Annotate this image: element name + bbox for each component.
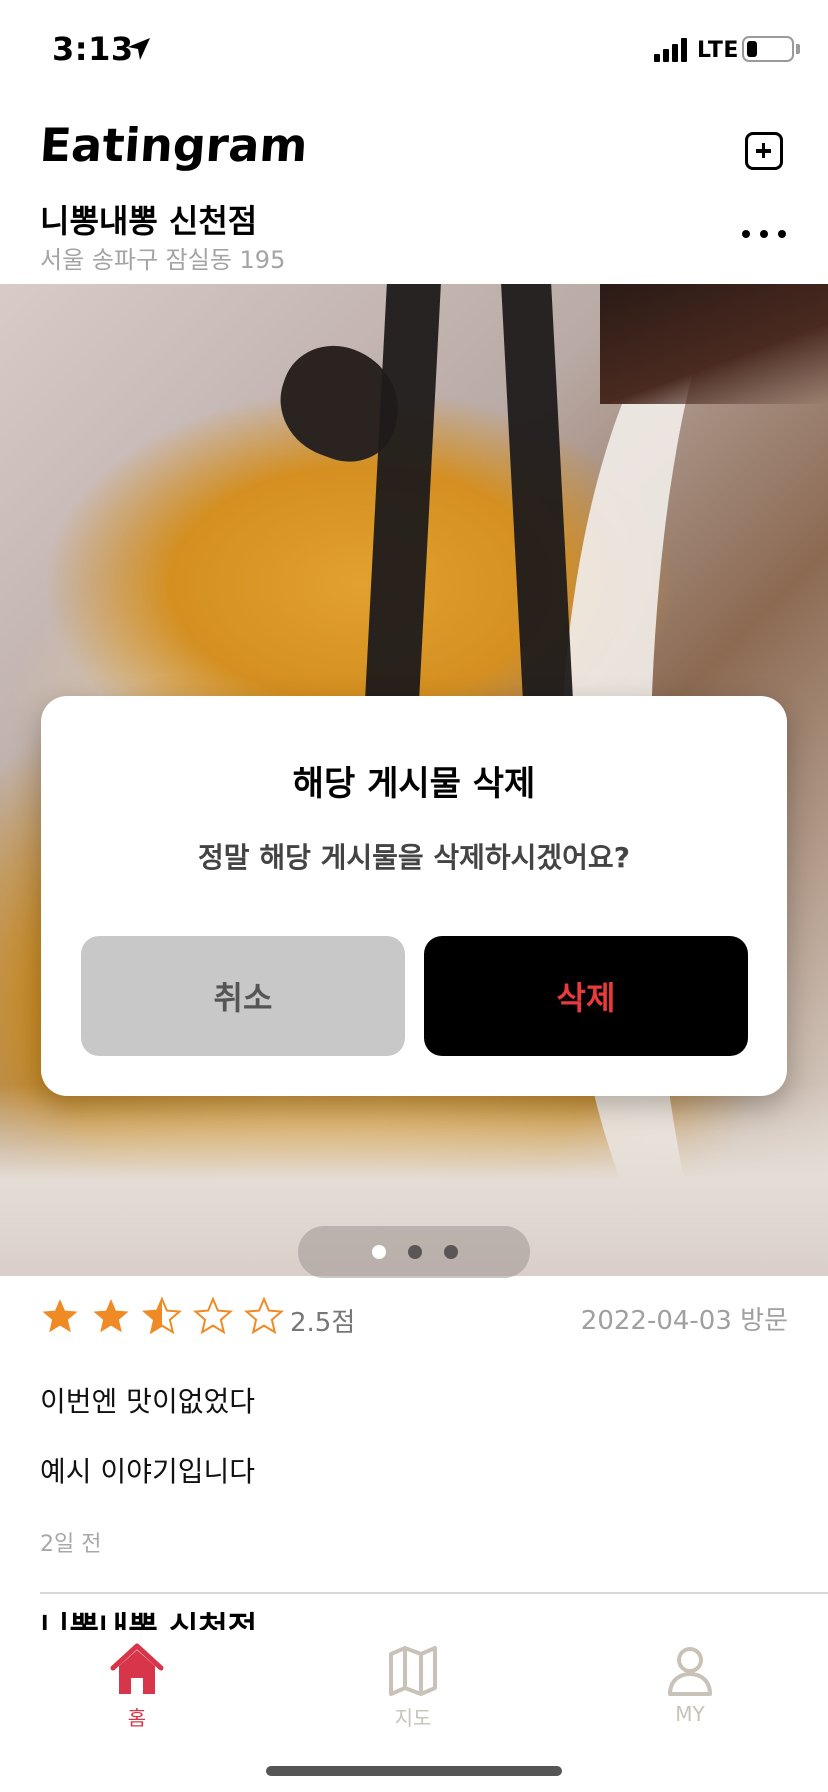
dialog-title: 해당 게시물 삭제 [292, 764, 536, 804]
star-full-icon [91, 1296, 131, 1336]
review-line: 예시 이야기입니다 [40, 1455, 255, 1488]
pager-dot-active [372, 1245, 386, 1259]
profile-icon [668, 1647, 712, 1696]
status-bar: 3:13 LTE [0, 0, 828, 100]
add-post-icon[interactable] [745, 132, 783, 170]
rating-text: 2.5점 [290, 1308, 356, 1338]
star-full-icon [40, 1296, 80, 1336]
tab-my-label: MY [675, 1702, 705, 1726]
star-empty-icon [244, 1296, 284, 1336]
status-time: 3:13 [52, 30, 134, 68]
delete-dialog: 해당 게시물 삭제 정말 해당 게시물을 삭제하시겠어요? 취소 삭제 [41, 696, 787, 1096]
tab-home-label: 홈 [127, 1706, 147, 1730]
home-indicator [266, 1766, 562, 1776]
pager-dot [444, 1245, 458, 1259]
tab-my[interactable]: MY [610, 1630, 770, 1726]
battery-tip [796, 44, 800, 54]
post-divider [40, 1592, 828, 1594]
star-rating [40, 1296, 284, 1336]
cancel-button[interactable]: 취소 [81, 936, 405, 1056]
app-title: Eatingram [38, 118, 310, 172]
dialog-message: 정말 해당 게시물을 삭제하시겠어요? [198, 841, 630, 874]
tab-map-label: 지도 [394, 1706, 432, 1730]
signal-icon [654, 38, 687, 62]
tab-home[interactable]: 홈 [57, 1630, 217, 1731]
more-options-icon[interactable] [742, 226, 786, 242]
location-arrow-icon [128, 38, 150, 60]
place-address: 서울 송파구 잠실동 195 [40, 246, 286, 274]
battery-icon [742, 36, 794, 62]
visit-date: 2022-04-03 방문 [580, 1306, 788, 1336]
network-label: LTE [697, 38, 739, 63]
home-icon [110, 1643, 164, 1694]
star-half-icon [142, 1296, 182, 1336]
map-icon [389, 1646, 437, 1696]
pager-dot [408, 1245, 422, 1259]
photo-pager[interactable] [298, 1226, 530, 1278]
review-line: 이번엔 맛이없었다 [40, 1385, 255, 1418]
delete-button[interactable]: 삭제 [424, 936, 748, 1056]
star-empty-icon [193, 1296, 233, 1336]
place-name[interactable]: 니뽕내뽕 신천점 [40, 196, 257, 242]
tab-map[interactable]: 지도 [333, 1630, 493, 1731]
next-post-place-name[interactable]: 니뽕내뽕 신천점 [40, 1606, 257, 1630]
post-time-ago: 2일 전 [40, 1532, 102, 1557]
